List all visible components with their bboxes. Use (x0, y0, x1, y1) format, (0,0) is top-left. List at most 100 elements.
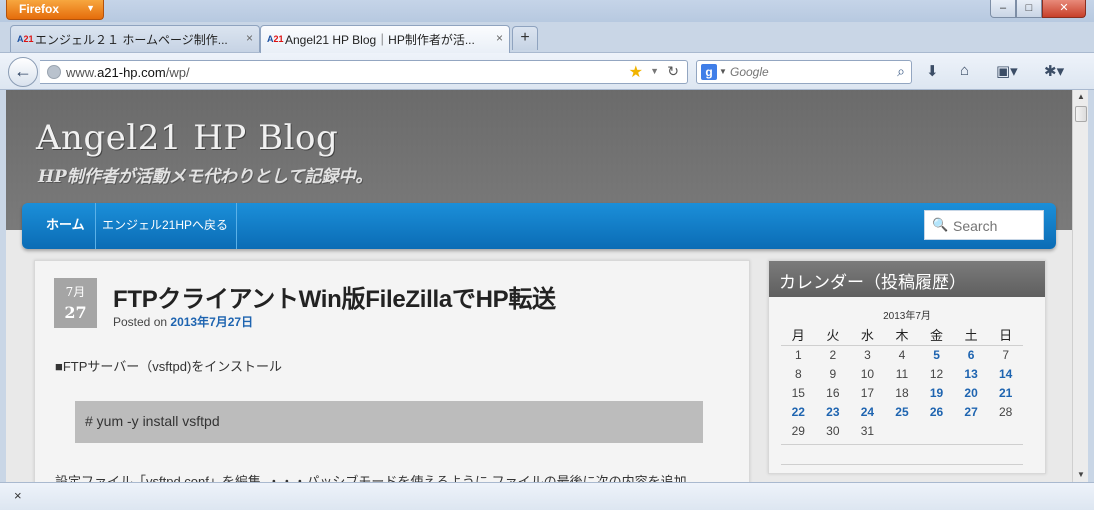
url-history-dropdown-icon[interactable]: ▼ (650, 66, 659, 76)
site-favicon-icon: A21 (267, 34, 284, 44)
web-search-input[interactable] (730, 64, 880, 80)
calendar-week-row: 29 30 31 (781, 421, 1023, 440)
calendar-day-link[interactable]: 21 (988, 383, 1023, 402)
post-month: 7月 (65, 285, 86, 299)
weekday: 木 (884, 325, 920, 346)
firefox-menu-button[interactable]: Firefox ▼ (6, 0, 104, 20)
calendar-week-row: 15 16 17 18 19 20 21 (781, 383, 1023, 402)
calendar-day-link[interactable]: 5 (919, 345, 954, 364)
site-description: HP制作者が活動メモ代わりとして記録中。 (38, 167, 373, 187)
weekday: 土 (953, 325, 989, 346)
scroll-up-icon[interactable]: ▲ (1073, 90, 1089, 104)
tab-label: Angel21 HP Blog｜HP制作者が活... (285, 33, 475, 47)
search-icon[interactable]: ⌕ (897, 63, 905, 80)
site-search-input[interactable] (953, 218, 1037, 234)
post-paragraph: 設定ファイル「vsftpd.conf」を編集．・・・パッシブモードを使えるように… (55, 474, 691, 482)
weekday: 水 (850, 325, 885, 346)
blog-post: 7月 27 FTPクライアントWin版FileZillaでHP転送 Posted… (34, 260, 750, 482)
post-paragraph: ■FTPサーバー（vsftpd)をインストール (55, 359, 283, 374)
close-tab-icon[interactable]: × (246, 31, 253, 45)
site-title[interactable]: Angel21 HP Blog (36, 118, 338, 158)
site-nav-menu: ホーム エンジェル21HPへ戻る 🔍 (22, 203, 1056, 249)
close-window-button[interactable]: ✕ (1042, 0, 1086, 18)
calendar-day-link[interactable]: 14 (988, 364, 1023, 383)
calendar-day: 9 (829, 366, 837, 381)
bookmark-star-icon[interactable]: ★ (629, 62, 643, 82)
calendar-day: 15 (791, 385, 805, 400)
nav-item-back-to-hp[interactable]: エンジェル21HPへ戻る (94, 203, 238, 249)
site-favicon-icon: A21 (17, 34, 34, 44)
calendar-day-link[interactable]: 23 (816, 402, 851, 421)
page-viewport: Angel21 HP Blog HP制作者が活動メモ代わりとして記録中。 ホーム… (6, 90, 1072, 482)
weekday: 日 (988, 325, 1023, 346)
calendar-empty-cell (954, 421, 989, 440)
weekday: 火 (815, 325, 851, 346)
calendar-day: 17 (860, 385, 875, 400)
close-addon-bar-icon[interactable]: × (14, 488, 22, 503)
calendar-body: 1 2 3 4 5 6 7 8 9 10 11 12 13 14 15 16 17 18 19 20 21 22 23 24 2… (781, 345, 1023, 440)
post-title[interactable]: FTPクライアントWin版FileZillaでHP転送 (113, 279, 556, 314)
post-day: 27 (64, 303, 87, 322)
bookmarks-menu-icon[interactable]: ▣▾ (996, 62, 1018, 80)
close-tab-icon[interactable]: × (496, 31, 503, 45)
addon-bar: × (0, 482, 1094, 510)
post-meta: Posted on 2013年7月27日 (113, 313, 253, 330)
calendar-table: 月 火 水 木 金 土 日 1 2 3 4 5 6 7 8 9 10 11 12 13 14 15 16 17 1… (781, 325, 1023, 440)
maximize-button[interactable]: □ (1016, 0, 1042, 18)
google-engine-icon[interactable]: g (701, 64, 717, 80)
calendar-day-link[interactable]: 24 (850, 402, 885, 421)
scrollbar-thumb[interactable] (1075, 106, 1087, 122)
calendar-day: 16 (826, 385, 840, 400)
vertical-scrollbar[interactable]: ▲ ▼ (1072, 90, 1088, 482)
calendar-weekday-row: 月 火 水 木 金 土 日 (781, 325, 1023, 346)
calendar-caption: 2013年7月 (883, 311, 931, 322)
addon-icon[interactable]: ✱▾ (1044, 62, 1064, 80)
url-domain: a21-hp.com (97, 65, 166, 80)
url-prefix: www. (66, 65, 98, 80)
calendar-day: 31 (860, 423, 875, 438)
tab-angel21-blog[interactable]: A21 Angel21 HP Blog｜HP制作者が活... × (260, 25, 510, 53)
post-date-link[interactable]: 2013年7月27日 (170, 315, 253, 329)
calendar-day: 7 (1002, 347, 1010, 362)
calendar-day-link[interactable]: 27 (954, 402, 989, 421)
calendar-day-link[interactable]: 13 (954, 364, 989, 383)
tab-angel21-home[interactable]: A21 エンジェル２１ ホームページ制作... × (10, 25, 260, 52)
calendar-day-link[interactable]: 26 (919, 402, 954, 421)
calendar-day: 3 (864, 347, 871, 362)
search-icon: 🔍 (932, 217, 949, 232)
web-search-box[interactable]: g ▼ ⌕ (696, 60, 912, 84)
calendar-divider (781, 464, 1023, 465)
minimize-button[interactable]: – (990, 0, 1016, 18)
window-border (1088, 90, 1094, 482)
calendar-day: 1 (794, 347, 802, 362)
home-icon[interactable]: ⌂ (960, 62, 969, 79)
calendar-empty-cell (919, 421, 954, 440)
calendar-week-row: 22 23 24 25 26 27 28 (781, 402, 1023, 421)
calendar-empty-cell (988, 421, 1023, 440)
calendar-day: 2 (829, 347, 837, 362)
downloads-icon[interactable]: ⬇ (926, 62, 939, 80)
scroll-down-icon[interactable]: ▼ (1073, 468, 1089, 482)
search-engine-dropdown-icon[interactable]: ▼ (719, 67, 727, 76)
tab-label: エンジェル２１ ホームページ制作... (35, 33, 228, 47)
calendar-day: 11 (895, 366, 909, 381)
calendar-widget: カレンダー（投稿履歴） 2013年7月 月 火 水 木 金 土 日 123456… (768, 260, 1046, 474)
navigation-toolbar: ← www.a21-hp.com/wp/ ★ ▼ ↻ g ▼ ⌕ ⬇ ⌂ ▣▾ … (0, 52, 1094, 90)
calendar-day-link[interactable]: 20 (954, 383, 989, 402)
site-search-box[interactable]: 🔍 (924, 210, 1044, 240)
calendar-day: 12 (929, 366, 944, 381)
calendar-week-row: 1 2 3 4567 (781, 345, 1023, 364)
calendar-day: 29 (791, 423, 805, 438)
calendar-day-link[interactable]: 6 (954, 345, 989, 364)
calendar-day-link[interactable]: 22 (781, 402, 816, 421)
address-bar[interactable]: www.a21-hp.com/wp/ ★ ▼ ↻ (40, 60, 688, 84)
new-tab-button[interactable]: + (512, 26, 538, 50)
window-controls: – □ ✕ (990, 0, 1086, 18)
reload-icon[interactable]: ↻ (667, 63, 679, 80)
nav-item-home[interactable]: ホーム (38, 203, 96, 249)
posted-on-label: Posted on (113, 315, 168, 329)
calendar-day-link[interactable]: 25 (885, 402, 920, 421)
code-block: # yum -y install vsftpd (75, 401, 703, 443)
calendar-day-link[interactable]: 19 (919, 383, 954, 402)
back-button[interactable]: ← (8, 57, 38, 87)
